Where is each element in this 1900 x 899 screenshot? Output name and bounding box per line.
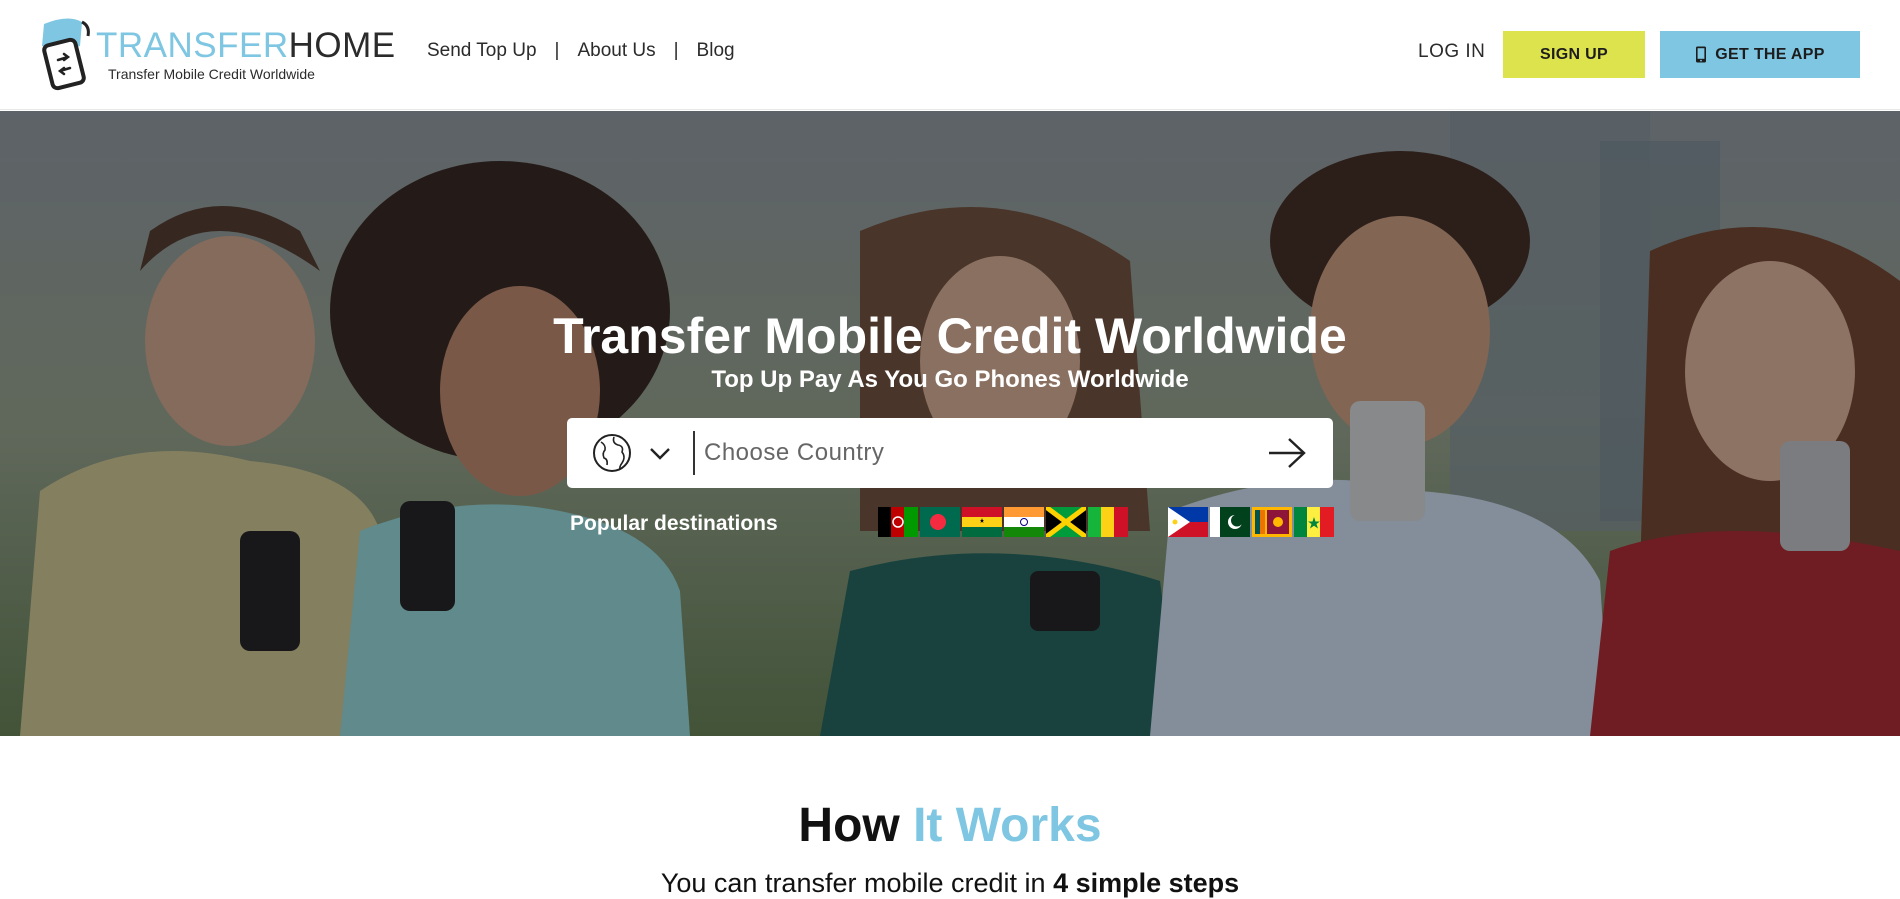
signup-button[interactable]: SIGN UP: [1503, 31, 1645, 78]
flag-jamaica-icon[interactable]: [1046, 507, 1086, 537]
how-it-works-subtitle: You can transfer mobile credit in 4 simp…: [660, 868, 1240, 898]
globe-icon[interactable]: [592, 433, 632, 473]
country-search-input[interactable]: [704, 428, 1264, 478]
arrow-right-icon[interactable]: [1267, 436, 1307, 470]
flag-bangladesh-icon[interactable]: [920, 507, 960, 537]
nav-separator: |: [673, 40, 679, 61]
flag-afghanistan-icon[interactable]: [878, 507, 918, 537]
chevron-down-icon[interactable]: [649, 442, 671, 464]
mobile-phone-icon: [1696, 46, 1707, 63]
popular-flags-group: [1168, 507, 1334, 537]
flag-mali-icon[interactable]: [1088, 507, 1128, 537]
flag-senegal-icon[interactable]: [1294, 507, 1334, 537]
brand-tagline: Transfer Mobile Credit Worldwide: [108, 66, 315, 82]
hero-title: Transfer Mobile Credit Worldwide: [553, 308, 1347, 364]
flag-sri-lanka-icon[interactable]: [1252, 507, 1292, 537]
hero-subtitle: Top Up Pay As You Go Phones Worldwide: [711, 366, 1189, 393]
site-header: TRANSFERHOME Transfer Mobile Credit Worl…: [0, 0, 1900, 110]
nav-separator: |: [554, 40, 560, 61]
get-the-app-button[interactable]: GET THE APP: [1660, 31, 1860, 78]
brand-name: TRANSFERHOME: [96, 26, 396, 65]
popular-destinations-label: Popular destinations: [570, 512, 778, 535]
flag-ghana-icon[interactable]: [962, 507, 1002, 537]
main-nav: Send Top Up | About Us | Blog: [427, 40, 735, 62]
search-divider: [693, 431, 695, 475]
hero-section: Transfer Mobile Credit Worldwide Top Up …: [0, 111, 1900, 736]
flag-pakistan-icon[interactable]: [1210, 507, 1250, 537]
nav-about-us[interactable]: About Us: [577, 40, 655, 62]
get-the-app-label: GET THE APP: [1715, 45, 1825, 63]
nav-blog[interactable]: Blog: [697, 40, 735, 62]
nav-send-top-up[interactable]: Send Top Up: [427, 40, 537, 62]
flag-philippines-icon[interactable]: [1168, 507, 1208, 537]
country-search-bar: [567, 418, 1333, 488]
how-it-works-title: How It Works: [798, 799, 1102, 852]
brand-logo[interactable]: TRANSFERHOME Transfer Mobile Credit Worl…: [38, 16, 395, 94]
popular-flags-group: [878, 507, 1128, 537]
flag-india-icon[interactable]: [1004, 507, 1044, 537]
login-link[interactable]: LOG IN: [1418, 41, 1485, 63]
phone-transfer-logo-icon: [42, 18, 90, 91]
